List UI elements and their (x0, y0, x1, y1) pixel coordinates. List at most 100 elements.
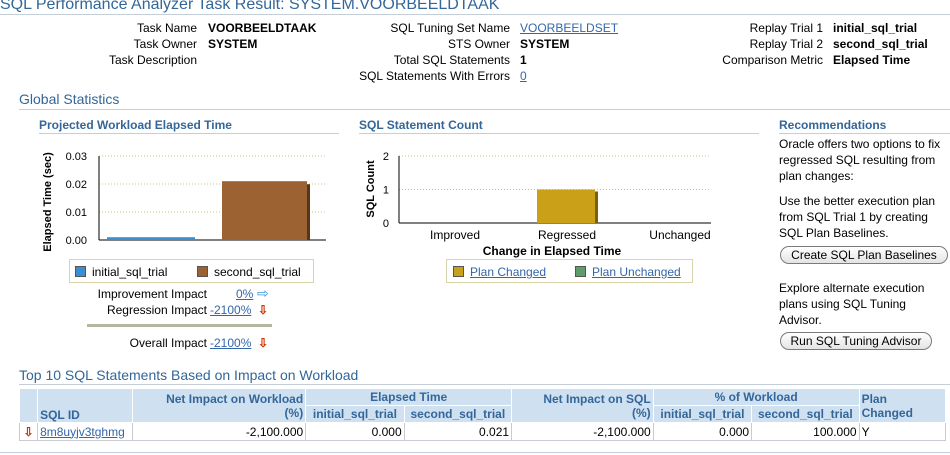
count-bar-side (595, 191, 598, 223)
recommendation-option-2: Explore alternate execution plans using … (779, 281, 925, 327)
run-sql-tuning-advisor-button[interactable]: Run SQL Tuning Advisor (780, 332, 932, 350)
header-sql-id: SQL ID (37, 388, 134, 423)
cell-elapsed-second: 0.021 (403, 422, 513, 441)
down-arrow-icon: ⇩ (258, 336, 269, 350)
sts-name-link[interactable]: VOORBEELDSET (520, 20, 618, 36)
info-value: SYSTEM (208, 37, 258, 51)
info-row-task-name: Task Name VOORBEELDTAAK (0, 20, 330, 36)
sub-divider (779, 133, 950, 134)
count-bars (537, 189, 598, 223)
elapsed-bar (107, 237, 195, 240)
header-line: Changed (861, 405, 913, 420)
info-row-total-sql: Total SQL Statements 1 (330, 52, 630, 68)
section-divider (19, 109, 950, 110)
elapsed-chart-heading: Projected Workload Elapsed Time (39, 118, 232, 132)
info-row-sql-errors: SQL Statements With Errors 0 (330, 68, 630, 84)
info-label: SQL Tuning Set Name (390, 21, 510, 35)
info-row-sts-owner: STS Owner SYSTEM (330, 36, 630, 52)
elapsed-y-tick-label: 0.02 (66, 179, 87, 191)
legend-item-plan-unchanged: Plan Unchanged (575, 265, 681, 279)
header-net-impact-workload: Net Impact on Workload (%) (132, 388, 307, 423)
recommendation-option-1: Use the better execution plan from SQL T… (779, 194, 936, 240)
improvement-impact-row: Improvement Impact 0% ⇨ (39, 286, 279, 302)
count-y-tick-label: 0 (383, 218, 389, 230)
top-sql-heading: Top 10 SQL Statements Based on Impact on… (19, 367, 359, 383)
table-row: ⇩ 8m8uyjv3tghmg -2,100.000 0.000 0.021 -… (18, 422, 947, 441)
info-row-trial1: Replay Trial 1 initial_sql_trial (640, 20, 950, 36)
impact-label: Regression Impact (106, 303, 207, 317)
cell-net-impact-workload: -2,100.000 (132, 422, 307, 441)
count-x-tick-label: Regressed (538, 228, 596, 242)
header-elapsed-initial: initial_sql_trial (305, 405, 405, 423)
header-net-impact-sql: Net Impact on SQL (%) (511, 388, 654, 423)
count-x-tick-label: Improved (430, 228, 480, 242)
elapsed-legend: initial_sql_trial second_sql_trial (69, 259, 314, 283)
legend-item-plan-changed: Plan Changed (453, 265, 546, 279)
sql-errors-link[interactable]: 0 (520, 68, 527, 84)
regression-impact-link[interactable]: -2100% (210, 302, 251, 318)
cell-pct-second: 100.000 (751, 422, 860, 441)
legend-swatch (197, 266, 208, 277)
legend-label: second_sql_trial (214, 265, 301, 279)
title-divider (0, 14, 950, 15)
info-row-task-description: Task Description (0, 52, 330, 68)
info-label: Task Owner (133, 37, 197, 51)
header-elapsed-second: second_sql_trial (403, 405, 513, 423)
elapsed-y-tick-label: 0.03 (66, 151, 87, 163)
header-line: (%) (632, 405, 651, 420)
recommendations-intro: Oracle offers two options to fix regress… (779, 137, 941, 183)
plan-unchanged-link[interactable]: Plan Unchanged (592, 265, 681, 279)
info-label: Task Name (136, 21, 197, 35)
header-line: Net Impact on Workload (166, 391, 304, 406)
info-value: initial_sql_trial (833, 21, 918, 35)
table-header-row: SQL ID Net Impact on Workload (%) Elapse… (18, 388, 947, 423)
count-bar (537, 189, 595, 223)
elapsed-y-tick-label: 0.01 (66, 207, 87, 219)
info-row-sts-name: SQL Tuning Set Name VOORBEELDSET (330, 20, 630, 36)
overall-impact-row: Overall Impact -2100% ⇩ (39, 335, 279, 351)
info-label: Comparison Metric (722, 53, 823, 67)
elapsed-y-axis-label: Elapsed Time (sec) (42, 152, 54, 252)
count-x-tick-label: Unchanged (649, 228, 710, 242)
plan-changed-link[interactable]: Plan Changed (470, 265, 546, 279)
right-arrow-icon: ⇨ (257, 285, 269, 301)
create-sql-plan-baselines-button[interactable]: Create SQL Plan Baselines (780, 246, 948, 264)
info-label: Replay Trial 2 (749, 37, 823, 51)
cell-plan-changed: Y (858, 422, 947, 441)
info-label: Task Description (108, 53, 197, 67)
header-line: Net Impact on SQL (543, 391, 651, 406)
top-sql-table: SQL ID Net Impact on Workload (%) Elapse… (18, 388, 947, 441)
elapsed-y-tick-label: 0.00 (66, 235, 87, 247)
count-y-tick-label: 2 (383, 151, 389, 163)
cell-elapsed-initial: 0.000 (305, 422, 405, 441)
improvement-impact-link[interactable]: 0% (236, 286, 253, 302)
info-label: SQL Statements With Errors (359, 69, 510, 83)
info-label: Replay Trial 1 (749, 21, 823, 35)
page-title: SQL Performance Analyzer Task Result: SY… (0, 0, 500, 13)
sql-id-link[interactable]: 8m8uyjv3tghmg (40, 425, 125, 439)
count-y-axis-label: SQL Count (365, 160, 377, 218)
info-value: SYSTEM (520, 37, 570, 51)
legend-swatch (75, 266, 86, 277)
overall-impact-link[interactable]: -2100% (210, 335, 251, 351)
info-row-trial2: Replay Trial 2 second_sql_trial (640, 36, 950, 52)
info-label: Total SQL Statements (393, 53, 510, 67)
elapsed-time-chart: Elapsed Time (sec) 0.03 0.02 0.01 0.00 (42, 151, 326, 252)
sub-divider (39, 133, 339, 134)
legend-swatch (453, 266, 464, 277)
count-legend: Plan Changed Plan Unchanged (446, 259, 693, 283)
count-chart-heading: SQL Statement Count (359, 118, 483, 132)
elapsed-bar-side (307, 184, 310, 240)
header-elapsed-time: Elapsed Time (305, 388, 513, 406)
sub-divider (359, 133, 759, 134)
header-icon-col (18, 388, 39, 423)
elapsed-y-ticks: 0.03 0.02 0.01 0.00 (66, 151, 87, 247)
cell-pct-initial: 0.000 (652, 422, 753, 441)
header-pct-second: second_sql_trial (751, 405, 860, 423)
recommendations-heading: Recommendations (779, 118, 887, 132)
section-divider (19, 384, 950, 385)
count-x-ticks: Improved Regressed Unchanged (430, 228, 711, 242)
header-pct-initial: initial_sql_trial (652, 405, 753, 423)
down-arrow-icon: ⇩ (258, 303, 269, 317)
sql-count-chart: SQL Count 2 1 0 Improved Regressed Unchanged… (365, 151, 711, 258)
